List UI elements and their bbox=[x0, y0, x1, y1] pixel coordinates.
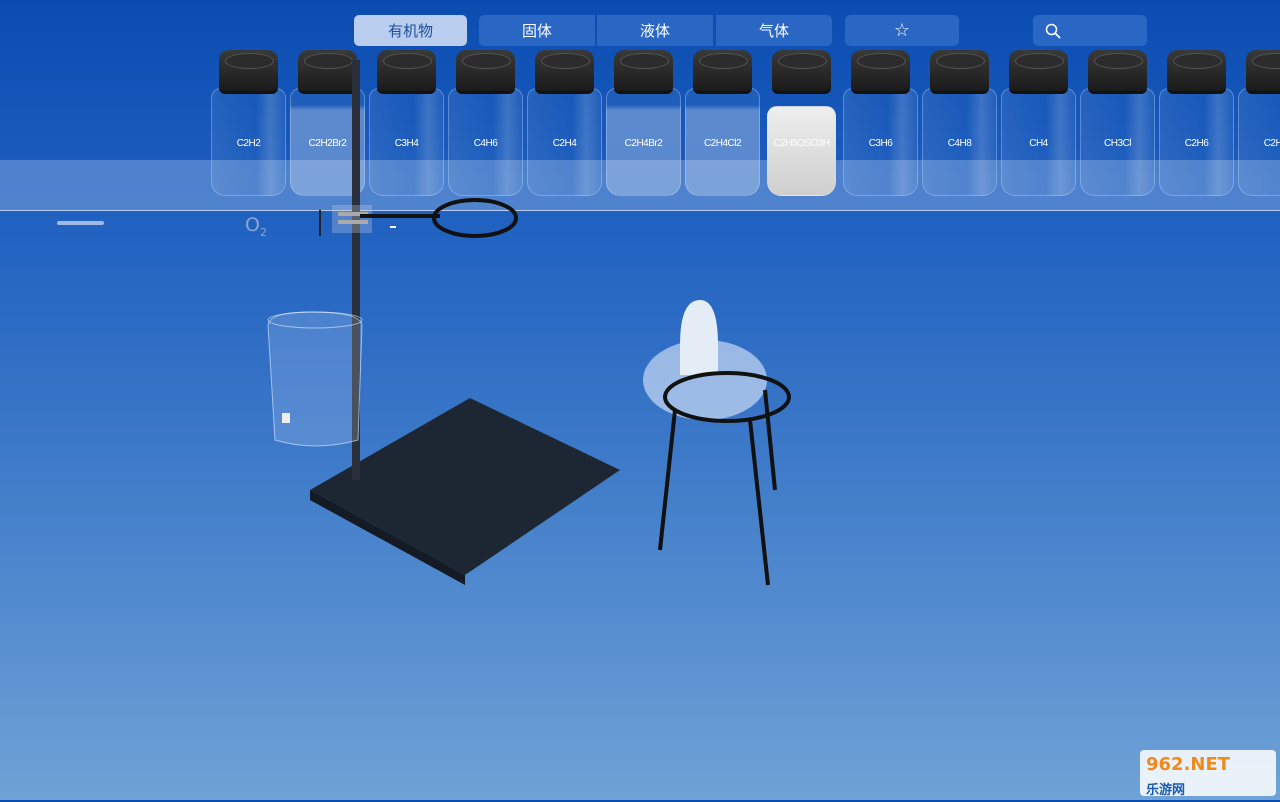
evaporating-dish-with-lid[interactable] bbox=[643, 300, 767, 420]
lab-scene bbox=[267, 60, 791, 586]
beaker[interactable] bbox=[267, 311, 363, 447]
watermark-logo: 962.NET 乐游网 bbox=[1140, 750, 1276, 798]
